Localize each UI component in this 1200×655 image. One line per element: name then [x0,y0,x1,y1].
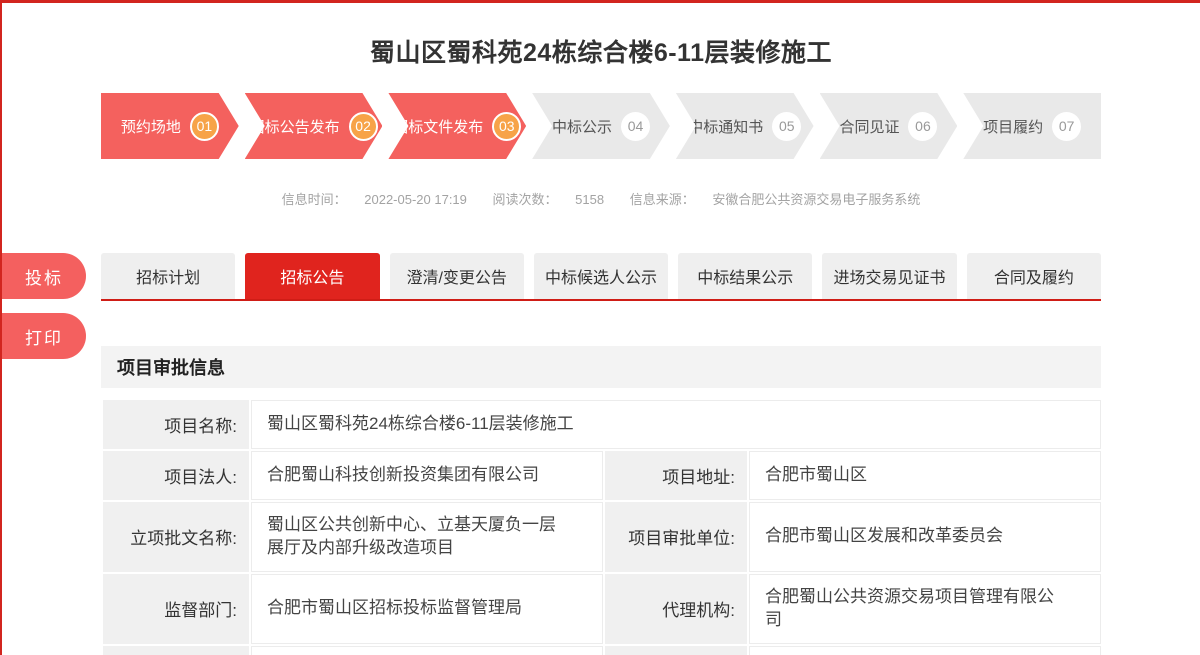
field-value-approval-unit: 合肥市蜀山区发展和改革委员会 [749,502,1101,572]
info-time-label: 信息时间： [282,192,347,207]
tab-tender-announcement[interactable]: 招标公告 [245,253,379,299]
step-number-badge: 04 [621,112,650,141]
step-number-badge: 01 [190,112,219,141]
step-number-badge: 05 [772,112,801,141]
step-label: 招标文件发布 [393,116,483,137]
info-time-value: 2022-05-20 17:19 [364,192,467,207]
tab-entry-witness[interactable]: 进场交易见证书 [822,253,956,299]
step-label: 中标公示 [552,116,612,137]
field-label-legal-entity: 项目法人: [103,451,249,500]
print-button[interactable]: 打印 [2,313,86,359]
tab-tender-plan[interactable]: 招标计划 [101,253,235,299]
table-row: 监督部门: 合肥市蜀山区招标投标监督管理局 代理机构: 合肥蜀山公共资源交易项目… [103,574,1101,644]
step-award-notice: 中标通知书 05 [676,93,814,159]
step-contract-witness: 合同见证 06 [820,93,958,159]
section-header-approval-info: 项目审批信息 [101,346,1101,388]
step-winner-publicity: 中标公示 04 [532,93,670,159]
field-label-supervision-dept: 监督部门: [103,574,249,644]
section-title: 项目审批信息 [117,354,225,380]
progress-steps: 预约场地 01 招标公告发布 02 招标文件发布 03 中标公示 04 中标通知… [101,93,1101,159]
approval-info-table: 项目名称: 蜀山区蜀科苑24栋综合楼6-11层装修施工 项目法人: 合肥蜀山科技… [101,398,1103,655]
info-source-label: 信息来源： [630,192,695,207]
step-label: 合同见证 [839,116,899,137]
field-value-project-created-time: 2022-05-20 11:27:56 [749,646,1101,655]
table-row: 项目法人: 合肥蜀山科技创新投资集团有限公司 项目地址: 合肥市蜀山区 [103,451,1101,500]
tab-result-publicity[interactable]: 中标结果公示 [678,253,812,299]
field-label-project-name: 项目名称: [103,400,249,449]
tab-candidate-publicity[interactable]: 中标候选人公示 [534,253,668,299]
field-value-trading-platform: 蜀山区公共资源交易中心 [251,646,603,655]
step-reserve-venue: 预约场地 01 [101,93,239,159]
step-number-badge: 03 [492,112,521,141]
field-label-agency: 代理机构: [605,574,747,644]
info-views-value: 5158 [575,192,604,207]
info-meta-line: 信息时间： 2022-05-20 17:19 阅读次数： 5158 信息来源： … [101,189,1101,208]
field-label-project-address: 项目地址: [605,451,747,500]
project-detail-page: 蜀山区蜀科苑24栋综合楼6-11层装修施工 预约场地 01 招标公告发布 02 … [0,0,1200,655]
field-value-supervision-dept: 合肥市蜀山区招标投标监督管理局 [251,574,603,644]
field-value-legal-entity: 合肥蜀山科技创新投资集团有限公司 [251,451,603,500]
field-value-project-address: 合肥市蜀山区 [749,451,1101,500]
bid-button[interactable]: 投标 [2,253,86,299]
step-number-badge: 02 [349,112,378,141]
detail-tabs: 招标计划 招标公告 澄清/变更公告 中标候选人公示 中标结果公示 进场交易见证书… [101,253,1101,301]
step-label: 招标公告发布 [250,116,340,137]
step-label: 项目履约 [983,116,1043,137]
step-tender-documents: 招标文件发布 03 [388,93,526,159]
step-label: 中标通知书 [688,116,763,137]
table-row: 立项批文名称: 蜀山区公共创新中心、立基天厦负一层展厅及内部升级改造项目 项目审… [103,502,1101,572]
field-label-project-created-time: 项目建立时间: [605,646,747,655]
tab-clarification-change[interactable]: 澄清/变更公告 [390,253,524,299]
tab-contract-performance[interactable]: 合同及履约 [967,253,1101,299]
field-label-approval-unit: 项目审批单位: [605,502,747,572]
table-row: 交易平台: 蜀山区公共资源交易中心 项目建立时间: 2022-05-20 11:… [103,646,1101,655]
page-title: 蜀山区蜀科苑24栋综合楼6-11层装修施工 [2,3,1200,69]
field-value-project-name: 蜀山区蜀科苑24栋综合楼6-11层装修施工 [251,400,1101,449]
field-label-approval-doc-name: 立项批文名称: [103,502,249,572]
info-views-label: 阅读次数： [493,192,558,207]
field-label-trading-platform: 交易平台: [103,646,249,655]
step-number-badge: 07 [1052,112,1081,141]
field-value-agency: 合肥蜀山公共资源交易项目管理有限公司 [749,574,1101,644]
step-number-badge: 06 [908,112,937,141]
step-tender-announcement: 招标公告发布 02 [245,93,383,159]
info-source-value: 安徽合肥公共资源交易电子服务系统 [712,192,920,207]
step-label: 预约场地 [121,116,181,137]
table-row: 项目名称: 蜀山区蜀科苑24栋综合楼6-11层装修施工 [103,400,1101,449]
field-value-approval-doc-name: 蜀山区公共创新中心、立基天厦负一层展厅及内部升级改造项目 [251,502,603,572]
step-project-performance: 项目履约 07 [963,93,1101,159]
